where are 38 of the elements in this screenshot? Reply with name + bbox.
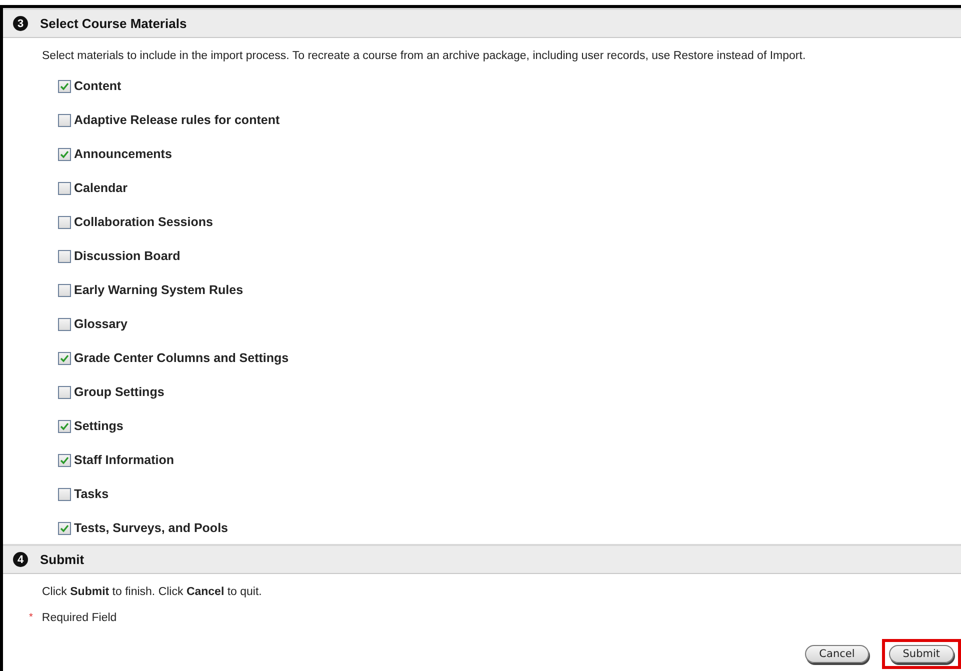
form-button[interactable]: Cancel: [805, 645, 869, 663]
checkbox[interactable]: [58, 488, 71, 500]
checkbox[interactable]: [58, 318, 71, 330]
checkbox[interactable]: [58, 216, 71, 228]
checkbox-label: Tasks: [74, 487, 109, 501]
checkbox[interactable]: [58, 250, 71, 262]
checkbox-label: Tests, Surveys, and Pools: [74, 521, 228, 535]
checkbox-label: Calendar: [74, 181, 128, 195]
required-mark: *: [29, 612, 33, 624]
checkbox[interactable]: [58, 522, 71, 534]
checkbox-label: Grade Center Columns and Settings: [74, 351, 289, 365]
checkbox-label: Settings: [74, 419, 124, 433]
checkbox[interactable]: [58, 182, 71, 194]
checkbox[interactable]: [58, 284, 71, 296]
step-number: 4: [13, 552, 28, 567]
checkbox-label: Glossary: [74, 317, 128, 331]
checkbox[interactable]: [58, 352, 71, 364]
checkbox[interactable]: [58, 80, 71, 92]
checkbox[interactable]: [58, 454, 71, 466]
checkbox-label: Content: [74, 79, 122, 93]
checkbox-label: Staff Information: [74, 453, 174, 467]
checkbox-label: Adaptive Release rules for content: [74, 113, 280, 127]
section-description: Click Submit to finish. Click Cancel to quit.: [41, 585, 263, 598]
checkbox[interactable]: [58, 114, 71, 126]
form-button[interactable]: Submit: [888, 645, 954, 663]
checkbox-label: Collaboration Sessions: [74, 215, 213, 229]
checkbox-label: Early Warning System Rules: [74, 283, 244, 297]
section-description: Select materials to include in the import process. To recreate a course from an archive package, including user records, use Restore instead of Import.: [41, 49, 807, 62]
checkbox-label: Announcements: [74, 147, 172, 161]
checkbox[interactable]: [58, 148, 71, 160]
checkbox[interactable]: [58, 386, 71, 398]
checkbox[interactable]: [58, 420, 71, 432]
section-title: Submit: [40, 552, 84, 567]
required-note: Required Field: [42, 612, 117, 624]
section-title: Select Course Materials: [40, 16, 187, 31]
checkbox-label: Group Settings: [74, 385, 164, 399]
step-number: 3: [13, 16, 28, 31]
checkbox-label: Discussion Board: [74, 249, 180, 263]
